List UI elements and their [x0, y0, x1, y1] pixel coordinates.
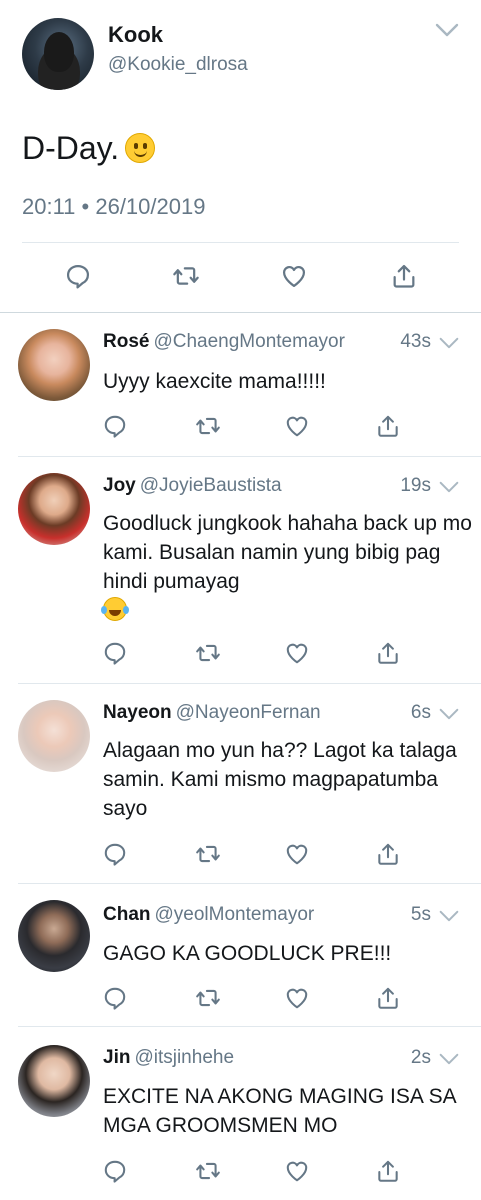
reply-name[interactable]: Nayeon — [103, 702, 172, 723]
chevron-down-icon[interactable] — [439, 480, 459, 494]
reply-header: Joy @JoyieBaustista — [103, 475, 282, 497]
reply-text-content: Goodluck jungkook hahaha back up mo kami… — [103, 512, 472, 593]
reply-item[interactable]: Rosé @ChaengMontemayor 43s Uyyy kaexcite … — [0, 313, 481, 457]
reply-icon[interactable] — [64, 262, 92, 290]
reply-handle[interactable]: @itsjinhehe — [134, 1047, 234, 1068]
share-icon[interactable] — [375, 413, 401, 439]
reply-icon[interactable] — [102, 1158, 128, 1184]
reply-actions — [0, 1156, 481, 1186]
reply-header: Rosé @ChaengMontemayor — [103, 331, 345, 353]
tweet-text: D-Day. — [22, 130, 156, 167]
reply-avatar[interactable] — [18, 329, 90, 401]
retweet-icon[interactable] — [195, 413, 221, 439]
reply-item[interactable]: Joy @JoyieBaustista 19s Goodluck jungkook… — [0, 457, 481, 684]
chevron-down-icon[interactable] — [439, 909, 459, 923]
reply-actions — [0, 839, 481, 869]
reply-icon[interactable] — [102, 413, 128, 439]
reply-avatar[interactable] — [18, 900, 90, 972]
reply-header: Chan @yeolMontemayor — [103, 904, 314, 926]
reply-header: Jin @itsjinhehe — [103, 1047, 234, 1069]
reply-time: 43s — [400, 331, 431, 352]
reply-text: GAGO KA GOODLUCK PRE!!! — [103, 942, 392, 965]
reply-text: Uyyy kaexcite mama!!!!! — [103, 370, 326, 393]
reply-header: Nayeon @NayeonFernan — [103, 702, 321, 724]
reply-handle[interactable]: @NayeonFernan — [176, 702, 321, 723]
author-handle[interactable]: @Kookie_dlrosa — [108, 54, 248, 76]
reply-handle[interactable]: @yeolMontemayor — [155, 904, 315, 925]
share-icon[interactable] — [390, 262, 418, 290]
chevron-down-icon[interactable] — [435, 22, 459, 38]
smile-emoji — [125, 133, 156, 163]
like-icon[interactable] — [284, 413, 310, 439]
tweet-timestamp: 20:11 • 26/10/2019 — [22, 194, 206, 219]
reply-handle[interactable]: @ChaengMontemayor — [153, 331, 344, 352]
like-icon[interactable] — [284, 841, 310, 867]
share-icon[interactable] — [375, 841, 401, 867]
reply-icon[interactable] — [102, 640, 128, 666]
share-icon[interactable] — [375, 985, 401, 1011]
laughing-tears-emoji — [101, 597, 127, 621]
tweet-text-content: D-Day. — [22, 130, 120, 166]
retweet-icon[interactable] — [195, 640, 221, 666]
reply-avatar[interactable] — [18, 700, 90, 772]
reply-item[interactable]: Jin @itsjinhehe 2s EXCITE NA AKONG MAGING… — [0, 1027, 481, 1200]
reply-time: 19s — [400, 475, 431, 496]
reply-name[interactable]: Rosé — [103, 331, 149, 352]
chevron-down-icon[interactable] — [439, 336, 459, 350]
retweet-icon[interactable] — [172, 262, 200, 290]
reply-item[interactable]: Chan @yeolMontemayor 5s GAGO KA GOODLUCK … — [0, 884, 481, 1027]
reply-avatar[interactable] — [18, 1045, 90, 1117]
reply-icon[interactable] — [102, 985, 128, 1011]
share-icon[interactable] — [375, 1158, 401, 1184]
reply-handle[interactable]: @JoyieBaustista — [140, 475, 282, 496]
divider — [22, 242, 459, 243]
reply-text: EXCITE NA AKONG MAGING ISA SA MGA GROOMS… — [103, 1085, 456, 1137]
author-avatar[interactable] — [22, 18, 94, 90]
like-icon[interactable] — [284, 1158, 310, 1184]
share-icon[interactable] — [375, 640, 401, 666]
reply-text: Goodluck jungkook hahaha back up mo kami… — [101, 509, 473, 625]
retweet-icon[interactable] — [195, 985, 221, 1011]
reply-name[interactable]: Chan — [103, 904, 151, 925]
like-icon[interactable] — [284, 985, 310, 1011]
reply-time: 2s — [410, 1047, 431, 1068]
reply-actions — [0, 638, 481, 668]
reply-actions — [0, 411, 481, 441]
reply-item[interactable]: Nayeon @NayeonFernan 6s Alagaan mo yun ha… — [0, 684, 481, 884]
reply-name[interactable]: Joy — [103, 475, 136, 496]
reply-icon[interactable] — [102, 841, 128, 867]
main-tweet: Kook @Kookie_dlrosa D-Day. 20:11 • 26/10… — [0, 0, 481, 312]
reply-text: Alagaan mo yun ha?? Lagot ka talaga sami… — [103, 739, 457, 820]
reply-time: 5s — [410, 904, 431, 925]
reply-time: 6s — [410, 702, 431, 723]
retweet-icon[interactable] — [195, 1158, 221, 1184]
reply-name[interactable]: Jin — [103, 1047, 130, 1068]
tweet-actions — [0, 256, 481, 296]
chevron-down-icon[interactable] — [439, 707, 459, 721]
reply-avatar[interactable] — [18, 473, 90, 545]
author-name[interactable]: Kook — [108, 22, 163, 48]
reply-actions — [0, 983, 481, 1013]
like-icon[interactable] — [280, 262, 308, 290]
like-icon[interactable] — [284, 640, 310, 666]
retweet-icon[interactable] — [195, 841, 221, 867]
chevron-down-icon[interactable] — [439, 1052, 459, 1066]
